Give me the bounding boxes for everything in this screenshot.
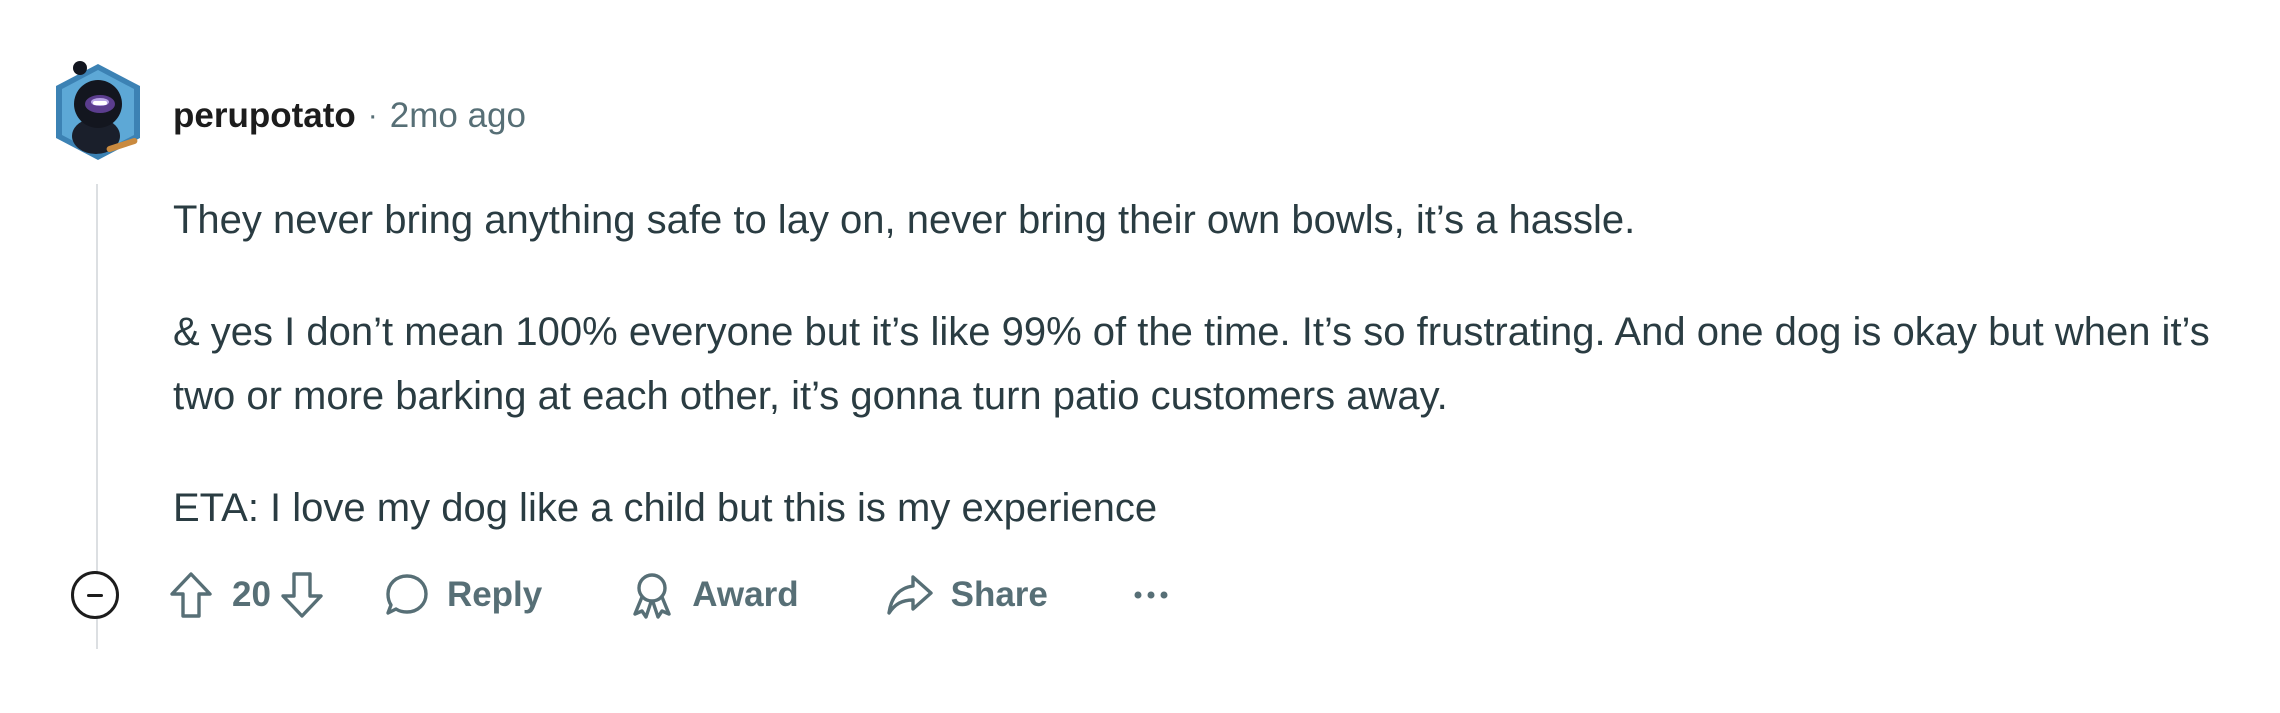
minus-circle-icon [87,593,103,597]
award-label: Award [692,575,799,614]
comment-paragraph: & yes I don’t mean 100% everyone but it’… [173,310,2210,418]
reply-label: Reply [446,575,543,614]
upvote-button[interactable] [168,570,214,620]
award-ribbon-icon [633,573,671,619]
speech-bubble-icon [386,574,428,615]
comment: perupotato · 2mo ago They never bring an… [0,0,2280,713]
arrow-up-icon [170,572,212,618]
comment-actions: 20 Reply Award Share [168,566,1168,624]
comment-paragraph: ETA: I love my dog like a child but this… [173,486,1158,530]
share-label: Share [950,575,1048,614]
comment-header: perupotato · 2mo ago [173,92,526,140]
collapse-button[interactable] [71,571,119,619]
meta-separator: · [367,99,378,132]
more-options-button[interactable] [1134,590,1168,600]
ellipsis-icon [1134,591,1168,599]
share-button[interactable]: Share [885,572,1048,618]
arrow-down-icon [281,572,323,618]
comment-body: They never bring anything safe to lay on… [173,188,2253,540]
author-username[interactable]: perupotato [173,96,356,136]
avatar[interactable] [50,58,146,166]
downvote-button[interactable] [279,570,325,620]
share-arrow-icon [886,575,933,615]
award-button[interactable]: Award [628,570,799,620]
comment-timestamp[interactable]: 2mo ago [390,96,526,136]
comment-paragraph: They never bring anything safe to lay on… [173,198,1636,242]
avatar-image [56,61,140,160]
reply-button[interactable]: Reply [383,571,542,619]
vote-count: 20 [232,575,271,614]
